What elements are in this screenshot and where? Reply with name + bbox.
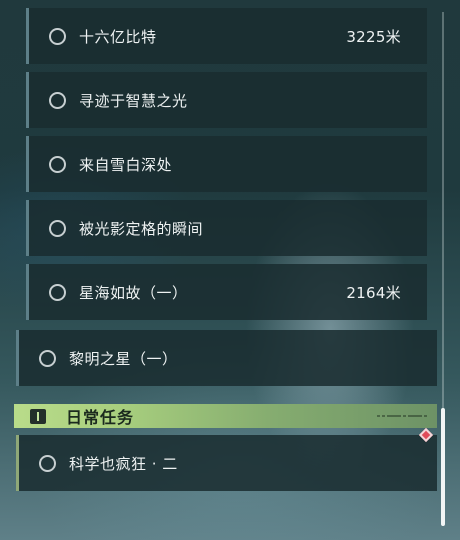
quest-name: 寻迹于智慧之光 <box>79 91 188 110</box>
quest-row-2[interactable]: 寻迹于智慧之光 <box>26 72 427 128</box>
quest-name: 十六亿比特 <box>79 27 157 46</box>
alert-icon <box>30 408 46 424</box>
daily-section-header[interactable]: 日常任务 <box>14 404 437 428</box>
quest-distance: 3225米 <box>346 27 401 46</box>
header-decoration <box>377 415 427 417</box>
quest-name: 科学也疯狂 · 二 <box>69 454 178 473</box>
scrollbar-thumb[interactable] <box>441 408 445 526</box>
quest-name: 被光影定格的瞬间 <box>79 219 204 238</box>
quest-radio-icon[interactable] <box>39 454 56 472</box>
quest-row-3[interactable]: 来自雪白深处 <box>26 136 427 192</box>
quest-radio-icon[interactable] <box>49 27 66 45</box>
daily-quest-row-1[interactable]: 科学也疯狂 · 二 <box>16 435 437 491</box>
quest-row-4[interactable]: 被光影定格的瞬间 <box>26 200 427 256</box>
quest-radio-icon[interactable] <box>49 283 66 301</box>
quest-radio-icon[interactable] <box>49 219 66 237</box>
quest-row-5[interactable]: 星海如故（一） 2164米 <box>26 264 427 320</box>
quest-radio-icon[interactable] <box>39 349 56 367</box>
daily-section-title: 日常任务 <box>66 408 135 427</box>
quest-radio-icon[interactable] <box>49 155 66 173</box>
quest-row-1[interactable]: 十六亿比特 3225米 <box>26 8 427 64</box>
quest-name: 黎明之星（一） <box>69 349 178 368</box>
quest-name: 来自雪白深处 <box>79 155 173 174</box>
quest-name: 星海如故（一） <box>79 283 188 302</box>
quest-radio-icon[interactable] <box>49 91 66 109</box>
quest-row-6[interactable]: 黎明之星（一） <box>16 330 437 386</box>
quest-distance: 2164米 <box>346 283 401 302</box>
